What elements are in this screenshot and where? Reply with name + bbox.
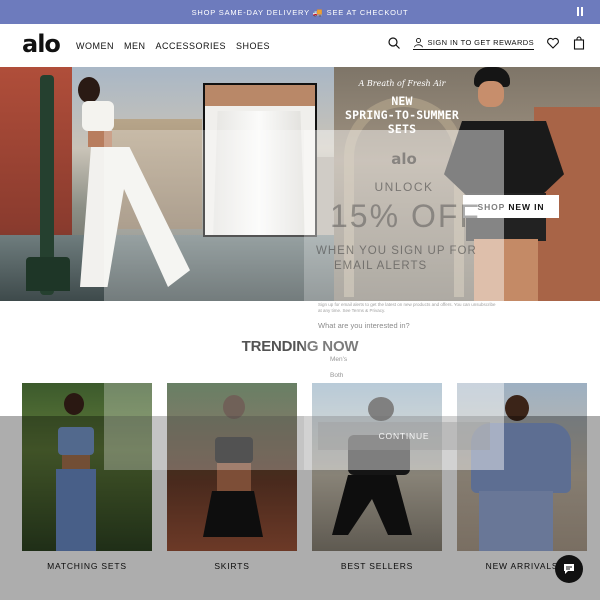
nav-accessories[interactable]: ACCESSORIES [156, 41, 227, 51]
pause-icon[interactable] [576, 7, 584, 17]
signin-label: SIGN IN TO GET REWARDS [427, 37, 534, 47]
hero-inset-image [203, 83, 317, 237]
header-actions: SIGN IN TO GET REWARDS [387, 36, 586, 50]
hero-kicker: A Breath of Fresh Air [358, 79, 446, 88]
shop-new-in-button[interactable]: SHOP NEW IN [463, 195, 559, 218]
nav-men[interactable]: MEN [124, 41, 146, 51]
heart-icon[interactable] [546, 36, 560, 50]
modal-backdrop [0, 416, 600, 600]
trending-title: TRENDING NOW [241, 338, 359, 355]
search-icon[interactable] [387, 36, 401, 50]
user-icon [413, 37, 423, 47]
site-header: alo WOMEN MEN ACCESSORIES SHOES SIGN IN … [0, 24, 600, 67]
hero-copy: A Breath of Fresh Air NEW SPRING-TO-SUMM… [334, 79, 470, 136]
main-nav: WOMEN MEN ACCESSORIES SHOES [76, 41, 270, 51]
truck-icon: 🚚 [312, 7, 324, 17]
signin-link[interactable]: SIGN IN TO GET REWARDS [412, 37, 534, 50]
alo-logo[interactable]: alo [22, 30, 61, 58]
promo-text-right: SEE AT CHECKOUT [326, 7, 409, 17]
modal-option-both[interactable]: Both [330, 372, 343, 379]
modal-option-mens[interactable]: Men's [330, 356, 347, 363]
promo-bar[interactable]: SHOP SAME-DAY DELIVERY 🚚 SEE AT CHECKOUT [0, 0, 600, 24]
nav-women[interactable]: WOMEN [76, 41, 114, 51]
hero-headline-line2: SPRING-TO-SUMMER [345, 108, 459, 122]
hero-headline: NEW SPRING-TO-SUMMER SETS [334, 94, 470, 136]
hero-headline-line3: SETS [387, 122, 417, 136]
chat-button[interactable] [555, 555, 583, 583]
modal-question: What are you interested in? [318, 321, 410, 330]
page: SHOP SAME-DAY DELIVERY 🚚 SEE AT CHECKOUT… [0, 0, 600, 600]
nav-shoes[interactable]: SHOES [236, 41, 270, 51]
chat-icon [564, 564, 574, 574]
bag-icon[interactable] [572, 36, 586, 50]
hero-banner[interactable]: A Breath of Fresh Air NEW SPRING-TO-SUMM… [0, 67, 600, 301]
promo-text-left: SHOP SAME-DAY DELIVERY [191, 7, 310, 17]
modal-fine-print: Sign up for email alerts to get the late… [318, 302, 496, 313]
hero-headline-line1: NEW [391, 94, 413, 108]
